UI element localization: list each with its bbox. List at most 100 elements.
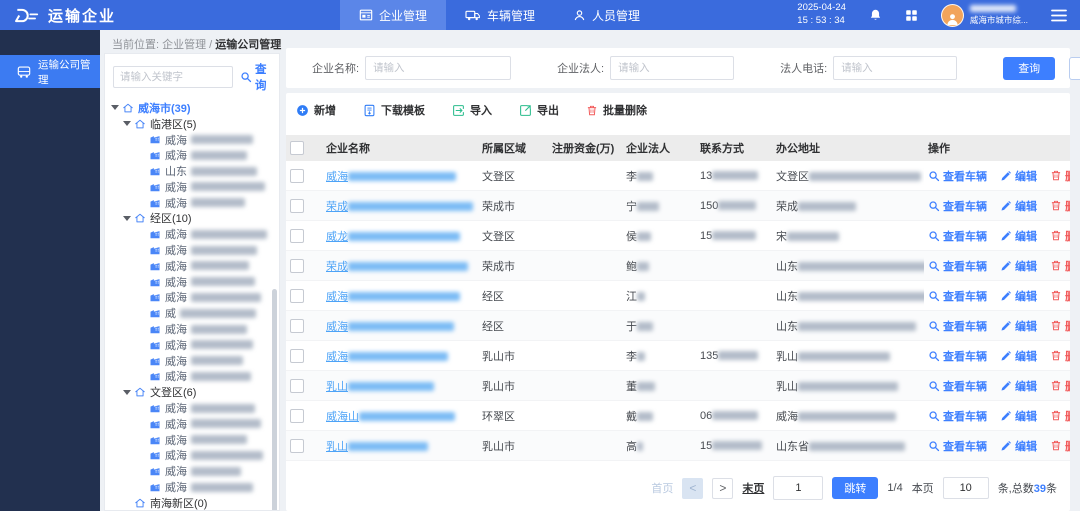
reset-button[interactable]: 重置 — [1069, 57, 1080, 80]
tree-node-company[interactable]: 威海 — [105, 132, 279, 148]
delete-button[interactable]: 删除 — [1050, 318, 1070, 334]
company-name-link[interactable]: 荣成 — [326, 201, 473, 213]
edit-button[interactable]: 编辑 — [1000, 288, 1037, 304]
row-checkbox[interactable] — [290, 409, 304, 423]
tree-node-company[interactable]: 山东 — [105, 163, 279, 179]
jump-button[interactable]: 跳转 — [832, 477, 878, 499]
company-name-input[interactable] — [365, 56, 511, 80]
row-checkbox[interactable] — [290, 439, 304, 453]
edit-button[interactable]: 编辑 — [1000, 408, 1037, 424]
view-vehicles-button[interactable]: 查看车辆 — [928, 168, 987, 184]
view-vehicles-button[interactable]: 查看车辆 — [928, 378, 987, 394]
delete-button[interactable]: 删除 — [1050, 408, 1070, 424]
tree-node-district[interactable]: 临港区(5) — [105, 116, 279, 132]
edit-button[interactable]: 编辑 — [1000, 228, 1037, 244]
view-vehicles-button[interactable]: 查看车辆 — [928, 228, 987, 244]
tree-node-company[interactable]: 威海 — [105, 479, 279, 495]
tree-node-district[interactable]: 经区(10) — [105, 211, 279, 227]
row-checkbox[interactable] — [290, 169, 304, 183]
pagination-next[interactable]: > — [712, 478, 733, 499]
tab-personnel-management[interactable]: 人员管理 — [554, 0, 659, 30]
expand-arrow-icon[interactable] — [123, 390, 131, 395]
legal-phone-input[interactable] — [833, 56, 957, 80]
tree-search-button[interactable]: 查询 — [240, 61, 273, 93]
tree-node-company[interactable]: 威海 — [105, 258, 279, 274]
export-button[interactable]: 导出 — [519, 102, 559, 118]
tree-node-company[interactable]: 威海 — [105, 274, 279, 290]
tab-enterprise-management[interactable]: 企业管理 — [340, 0, 446, 30]
batch-delete-button[interactable]: 批量删除 — [586, 102, 647, 118]
expand-arrow-icon[interactable] — [111, 105, 119, 110]
pagination-last[interactable]: 末页 — [742, 480, 764, 496]
tree-node-company[interactable]: 威海 — [105, 179, 279, 195]
company-name-link[interactable]: 威海 — [326, 321, 454, 333]
delete-button[interactable]: 删除 — [1050, 168, 1070, 184]
tree-node-company[interactable]: 威海 — [105, 432, 279, 448]
row-checkbox[interactable] — [290, 319, 304, 333]
delete-button[interactable]: 删除 — [1050, 378, 1070, 394]
expand-arrow-icon[interactable] — [123, 121, 131, 126]
page-number-input[interactable] — [773, 476, 823, 500]
sidebar-item-transport-company-management[interactable]: 运输公司管理 — [0, 55, 100, 88]
row-checkbox[interactable] — [290, 349, 304, 363]
select-all-checkbox[interactable] — [290, 141, 304, 155]
tree-node-company[interactable]: 威海 — [105, 195, 279, 211]
company-name-link[interactable]: 威龙 — [326, 231, 460, 243]
delete-button[interactable]: 删除 — [1050, 258, 1070, 274]
tree-node-company[interactable]: 威海 — [105, 463, 279, 479]
tree-node-company[interactable]: 威海 — [105, 400, 279, 416]
bell-icon[interactable] — [869, 8, 882, 22]
company-name-link[interactable]: 威海 — [326, 291, 460, 303]
tree-scrollbar[interactable] — [272, 289, 277, 511]
pagination-first[interactable]: 首页 — [651, 480, 673, 496]
download-template-button[interactable]: 下载模板 — [363, 102, 425, 118]
delete-button[interactable]: 删除 — [1050, 348, 1070, 364]
company-name-link[interactable]: 威海 — [326, 171, 456, 183]
pagination-prev[interactable]: < — [682, 478, 703, 499]
tree-node-company[interactable]: 威海 — [105, 353, 279, 369]
tree-node-company[interactable]: 威海 — [105, 147, 279, 163]
view-vehicles-button[interactable]: 查看车辆 — [928, 258, 987, 274]
edit-button[interactable]: 编辑 — [1000, 258, 1037, 274]
edit-button[interactable]: 编辑 — [1000, 378, 1037, 394]
delete-button[interactable]: 删除 — [1050, 198, 1070, 214]
delete-button[interactable]: 删除 — [1050, 288, 1070, 304]
edit-button[interactable]: 编辑 — [1000, 198, 1037, 214]
hamburger-menu-icon[interactable] — [1051, 9, 1067, 22]
tree-node-company[interactable]: 威海 — [105, 369, 279, 385]
add-button[interactable]: 新增 — [296, 102, 336, 118]
tree-node-company[interactable]: 威海 — [105, 448, 279, 464]
tree-node-company[interactable]: 威海 — [105, 242, 279, 258]
app-grid-icon[interactable] — [905, 9, 918, 22]
search-button[interactable]: 查询 — [1003, 57, 1055, 80]
view-vehicles-button[interactable]: 查看车辆 — [928, 198, 987, 214]
import-button[interactable]: 导入 — [452, 102, 492, 118]
row-checkbox[interactable] — [290, 199, 304, 213]
tree-search-input[interactable] — [113, 66, 233, 88]
edit-button[interactable]: 编辑 — [1000, 168, 1037, 184]
company-name-link[interactable]: 荣成 — [326, 261, 468, 273]
tree-node-district[interactable]: 南海新区(0) — [105, 495, 279, 511]
user-profile[interactable]: 威海市城市综... — [941, 3, 1028, 27]
company-name-link[interactable]: 威海山 — [326, 411, 455, 423]
tree-node-district[interactable]: 文登区(6) — [105, 384, 279, 400]
tree-node-company[interactable]: 威海 — [105, 290, 279, 306]
delete-button[interactable]: 删除 — [1050, 438, 1070, 454]
view-vehicles-button[interactable]: 查看车辆 — [928, 348, 987, 364]
delete-button[interactable]: 删除 — [1050, 228, 1070, 244]
row-checkbox[interactable] — [290, 379, 304, 393]
tree-node-company[interactable]: 威海 — [105, 321, 279, 337]
tree-node-company[interactable]: 威海 — [105, 416, 279, 432]
edit-button[interactable]: 编辑 — [1000, 438, 1037, 454]
view-vehicles-button[interactable]: 查看车辆 — [928, 318, 987, 334]
page-size-box[interactable]: 10 — [943, 477, 989, 499]
edit-button[interactable]: 编辑 — [1000, 348, 1037, 364]
tree-node-company[interactable]: 威 — [105, 305, 279, 321]
view-vehicles-button[interactable]: 查看车辆 — [928, 408, 987, 424]
view-vehicles-button[interactable]: 查看车辆 — [928, 288, 987, 304]
tree-node-company[interactable]: 威海 — [105, 226, 279, 242]
breadcrumb-parent[interactable]: 企业管理 — [162, 39, 206, 51]
row-checkbox[interactable] — [290, 289, 304, 303]
view-vehicles-button[interactable]: 查看车辆 — [928, 438, 987, 454]
company-name-link[interactable]: 乳山 — [326, 441, 428, 453]
